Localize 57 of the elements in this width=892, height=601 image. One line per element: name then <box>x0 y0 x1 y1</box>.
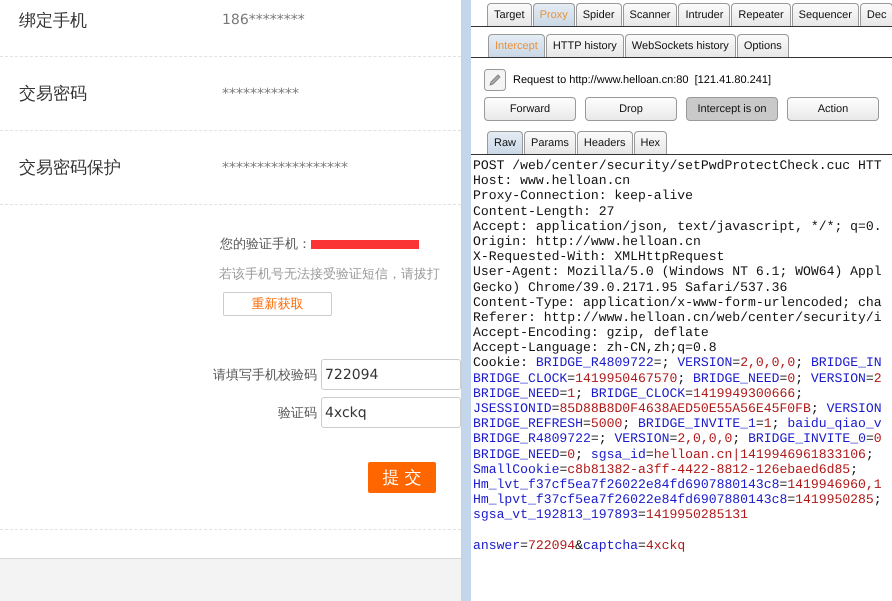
setting-label: 交易密码 <box>18 83 88 105</box>
field-label: 验证码 <box>277 404 317 422</box>
tab[interactable]: Dec <box>860 3 892 26</box>
setting-value: ****************** <box>222 160 348 176</box>
request-line: Accept: application/json, text/javascript, */*; q=0. <box>473 218 883 234</box>
tab[interactable]: Raw <box>487 131 524 154</box>
input-field[interactable]: 4xckq <box>321 397 461 428</box>
request-line: BRIDGE_NEED=1; BRIDGE_CLOCK=1419949300666; <box>473 386 804 401</box>
tab[interactable]: Repeater <box>731 3 791 26</box>
request-body: answer=722094&captcha=4xckq <box>473 538 686 553</box>
request-line: JSESSIONID=85D88B8D0F4638AED50E55A56E45F0FB; VERSION <box>473 401 883 416</box>
field-label: 请填写手机校验码 <box>212 366 317 384</box>
hint-text: 若该手机号无法接受验证短信，请拔打 <box>218 266 441 283</box>
request-line: BRIDGE_NEED=0; sgsa_id=helloan.cn|1419946961833106; <box>473 446 875 462</box>
tab[interactable]: Spider <box>576 3 622 26</box>
request-line: Proxy-Connection: keep-alive <box>473 188 694 204</box>
request-line: Hm_lpvt_f37cf5ea7f26022e84fd6907880143c8=1419950285; <box>473 492 883 508</box>
request-line: Accept-Language: zh-CN,zh;q=0.8 <box>473 340 718 356</box>
tab[interactable]: Intruder <box>678 3 730 26</box>
request-line: User-Agent: Mozilla/5.0 (Windows NT 6.1; WOW64) Appl <box>473 264 883 280</box>
tab[interactable]: Sequencer <box>792 3 859 26</box>
request-line: POST /web/center/security/setPwdProtectCheck.cuc HTT <box>473 158 883 174</box>
toolbar-button[interactable]: Forward <box>484 97 576 121</box>
toolbar-button[interactable]: Intercept is on <box>686 97 778 121</box>
request-line: Gecko) Chrome/39.0.2171.95 Safari/537.36 <box>473 280 788 295</box>
tab[interactable]: Options <box>736 34 789 57</box>
tab[interactable]: WebSockets history <box>624 34 736 57</box>
request-line: Content-Length: 27 <box>473 204 616 219</box>
tab[interactable]: Headers <box>576 131 632 154</box>
request-line: Hm_lvt_f37cf5ea7f26022e84fd6907880143c8=1419946960,1 <box>473 476 883 492</box>
tab[interactable]: HTTP history <box>546 34 624 57</box>
request-line: sgsa_vt_192813_197893=1419950285131 <box>473 507 750 522</box>
request-line: SmallCookie=c8b81382-a3ff-4422-8812-126ebaed6d85; <box>473 462 860 477</box>
request-line: Referer: http://www.helloan.cn/web/center/security/i <box>473 310 883 326</box>
pencil-icon[interactable] <box>484 68 506 90</box>
tab[interactable]: Target <box>487 3 532 26</box>
setting-label: 交易密码保护 <box>18 157 122 179</box>
setting-label: 绑定手机 <box>18 10 88 32</box>
request-line: Origin: http://www.helloan.cn <box>473 234 702 250</box>
request-line: Cookie: BRIDGE_R4809722=; VERSION=2,0,0,0; BRIDGE_IN <box>473 355 883 371</box>
toolbar-button[interactable]: Drop <box>585 97 677 121</box>
request-line: Host: www.helloan.cn <box>473 173 632 188</box>
request-line: BRIDGE_CLOCK=1419950467570; BRIDGE_NEED=0; VERSION=2 <box>473 370 883 386</box>
phone-label: 您的验证手机： <box>220 236 311 253</box>
request-line: X-Requested-With: XMLHttpRequest <box>473 249 726 264</box>
setting-value: *********** <box>222 86 299 102</box>
request-line: Content-Type: application/x-www-form-urlencoded; cha <box>473 294 883 310</box>
request-info: Request to http://www.helloan.cn:80 [121.41.80.241] <box>513 74 772 86</box>
request-line: BRIDGE_REFRESH=5000; BRIDGE_INVITE_1=1; baidu_qiao_v <box>473 416 883 432</box>
request-line: Accept-Encoding: gzip, deflate <box>473 325 710 340</box>
tab[interactable]: Hex <box>634 131 668 154</box>
tab[interactable]: Params <box>524 131 576 154</box>
setting-value: 186******** <box>222 12 305 28</box>
input-field[interactable]: 722094 <box>321 359 461 390</box>
toolbar-button[interactable]: Action <box>787 97 879 121</box>
tab[interactable]: Scanner <box>622 3 678 26</box>
request-line: BRIDGE_R4809722=; VERSION=2,0,0,0; BRIDGE_INVITE_0=0 <box>473 431 883 447</box>
